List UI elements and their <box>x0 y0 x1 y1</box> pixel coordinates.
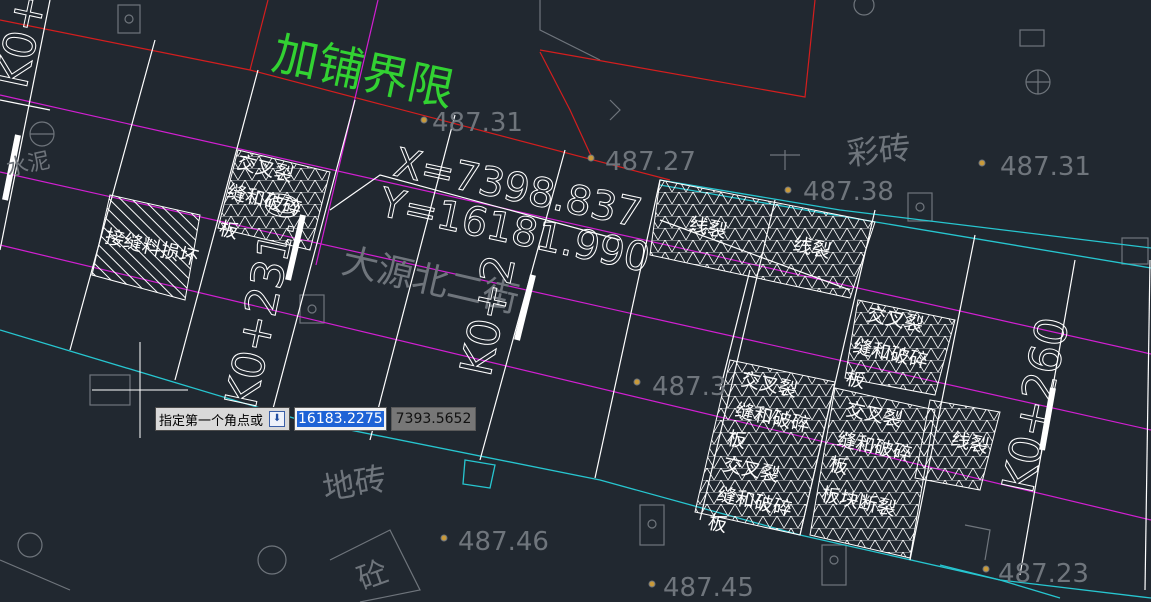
elevation-label: 487.45 <box>663 573 754 602</box>
elevation-label: 487.27 <box>605 147 696 177</box>
y-coordinate-input[interactable]: 7393.5652 <box>390 407 477 431</box>
x-coordinate-value: 16183.2275 <box>297 411 384 427</box>
paving-boundary-label: 加铺界限 <box>268 26 459 117</box>
concrete-label: 砼 <box>353 554 393 597</box>
y-coordinate-value: 7393.5652 <box>395 411 472 427</box>
elevation-label: 487.38 <box>803 177 894 207</box>
x-coordinate-input[interactable]: 16183.2275 <box>294 407 387 431</box>
elevation-label: 487.31 <box>1000 152 1091 182</box>
options-arrow-icon[interactable]: ⬇ <box>269 411 286 427</box>
chainage-label: K0+260 <box>993 313 1080 497</box>
elevation-label: 487.3 <box>652 372 726 402</box>
prompt-text: 指定第一个角点或 <box>159 413 264 429</box>
elevation-label: 487.23 <box>998 559 1089 589</box>
distress-label: 板 <box>706 511 729 536</box>
dynamic-input-tooltip: 指定第一个角点或 ⬇ 16183.2275 7393.5652 <box>155 407 477 431</box>
distress-label: 板 <box>844 367 867 392</box>
distress-label: 板 <box>217 218 241 244</box>
floor-brick-label: 地砖 <box>320 459 390 508</box>
elevation-label: 487.46 <box>458 527 549 557</box>
command-prompt: 指定第一个角点或 ⬇ <box>155 407 291 431</box>
color-brick-label: 彩砖 <box>845 128 913 172</box>
cad-drawing-canvas[interactable]: 487.31 487.27 487.38 487.31 487.3 487.46… <box>0 0 1151 602</box>
chainage-label: K0+220 <box>0 0 74 92</box>
